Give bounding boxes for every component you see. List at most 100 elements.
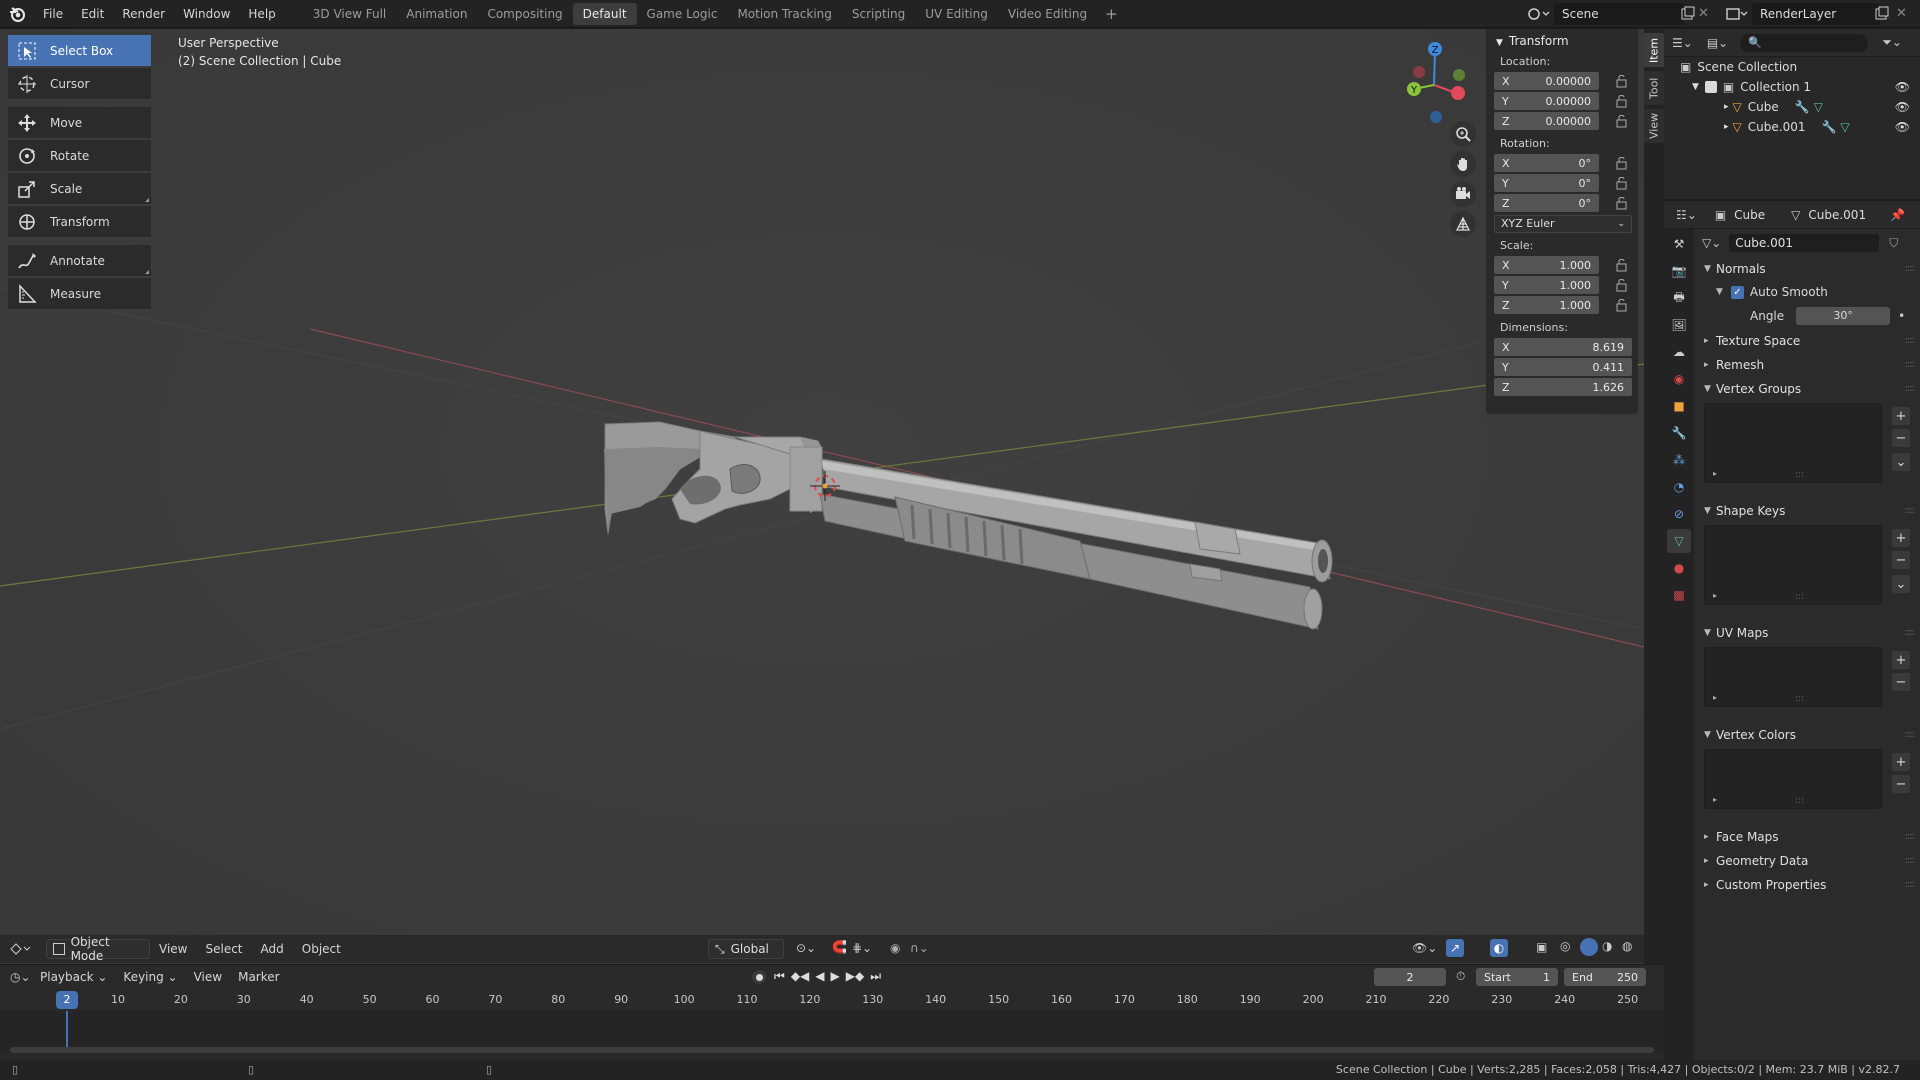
frame-ruler[interactable]: 10 20 30 40 50 60 70 80 90 100 110 120 130 140 150 160 1… bbox=[0, 990, 1664, 1010]
camera-view-icon[interactable] bbox=[1450, 181, 1476, 207]
gizmo-toggle-icon[interactable]: ↗ bbox=[1446, 939, 1464, 957]
lock-icon[interactable] bbox=[1615, 156, 1629, 170]
vertex-groups-list[interactable]: ▸::: bbox=[1704, 403, 1882, 483]
properties-editor-icon[interactable]: ☷⌄ bbox=[1676, 208, 1697, 222]
preview-range-icon[interactable]: ⏱ bbox=[1456, 969, 1465, 984]
dimension-y-field[interactable]: Y 0.411 bbox=[1494, 358, 1632, 376]
jump-start-icon[interactable]: ⏮ bbox=[774, 969, 785, 984]
tab-tool[interactable]: Tool bbox=[1644, 71, 1664, 105]
add-uv-map-button[interactable]: + bbox=[1892, 651, 1910, 669]
render-layer-icon[interactable] bbox=[1724, 5, 1750, 23]
delete-layer-icon[interactable]: ✕ bbox=[1896, 6, 1910, 22]
overlay-toggle-icon[interactable]: ◐ bbox=[1490, 939, 1508, 957]
uv-maps-list[interactable]: ▸::: bbox=[1704, 647, 1882, 707]
timeline-keyframe-area[interactable] bbox=[0, 1011, 1664, 1053]
dimension-z-field[interactable]: Z 1.626 bbox=[1494, 378, 1632, 396]
editor-type-icon[interactable] bbox=[8, 941, 38, 957]
mesh-data-icon[interactable]: ▽⌄ bbox=[1702, 236, 1721, 250]
tool-measure[interactable]: Measure bbox=[8, 278, 151, 311]
menu-render[interactable]: Render bbox=[113, 0, 174, 28]
pin-icon[interactable]: 📌 bbox=[1890, 208, 1905, 222]
tool-tab-icon[interactable]: ⚒ bbox=[1667, 232, 1691, 256]
tab-default[interactable]: Default bbox=[572, 2, 637, 25]
object-tab-icon[interactable]: ■ bbox=[1667, 394, 1691, 418]
remove-vertex-group-button[interactable]: − bbox=[1892, 429, 1910, 447]
viewport-menu-select[interactable]: Select bbox=[196, 939, 251, 959]
location-x-field[interactable]: X 0.00000 bbox=[1494, 72, 1599, 90]
filter-icon[interactable]: ⏷⌄ bbox=[1882, 35, 1902, 50]
tool-move[interactable]: Move bbox=[8, 107, 151, 140]
scene-tab-icon[interactable]: ☁ bbox=[1667, 340, 1691, 364]
menu-file[interactable]: File bbox=[34, 0, 72, 28]
record-button[interactable] bbox=[752, 970, 766, 984]
tab-compositing[interactable]: Compositing bbox=[477, 3, 572, 25]
dimension-x-field[interactable]: X 8.619 bbox=[1494, 338, 1632, 356]
orientation-dropdown[interactable]: ⤡ Global bbox=[708, 939, 784, 959]
tool-scale[interactable]: Scale bbox=[8, 173, 151, 206]
particles-tab-icon[interactable]: ⁂ bbox=[1667, 448, 1691, 472]
current-frame-field[interactable]: 2 bbox=[1374, 968, 1446, 986]
scale-x-field[interactable]: X 1.000 bbox=[1494, 256, 1599, 274]
shape-keys-list[interactable]: ▸::: bbox=[1704, 525, 1882, 605]
outliner-scene-collection[interactable]: ▣ Scene Collection bbox=[1664, 57, 1920, 77]
scene-field[interactable]: Scene bbox=[1554, 3, 1684, 25]
tab-scripting[interactable]: Scripting bbox=[842, 3, 915, 25]
panel-remesh[interactable]: ▸ Remesh:::: bbox=[1696, 353, 1920, 377]
viewport-menu-add[interactable]: Add bbox=[252, 939, 293, 959]
expand-arrow-icon[interactable]: ▸ bbox=[1713, 795, 1717, 804]
texture-tab-icon[interactable]: ▩ bbox=[1667, 583, 1691, 607]
pan-hand-icon[interactable] bbox=[1450, 151, 1476, 177]
mesh-name-field[interactable]: Cube.001 bbox=[1729, 234, 1880, 252]
proportional-edit-icon[interactable]: ◉ bbox=[890, 941, 900, 955]
constraints-tab-icon[interactable]: ⊘ bbox=[1667, 502, 1691, 526]
timeline-menu-marker[interactable]: Marker bbox=[230, 970, 287, 984]
shading-material-icon[interactable]: ◑ bbox=[1602, 939, 1612, 953]
pivot-point-icon[interactable]: ⊙⌄ bbox=[796, 941, 816, 955]
outliner-object-cube[interactable]: ▸ ▽ Cube 🔧 ▽ 👁 bbox=[1664, 97, 1920, 117]
panel-geometry-data[interactable]: ▸ Geometry Data:::: bbox=[1696, 849, 1920, 873]
playhead-marker[interactable]: 2 bbox=[56, 991, 78, 1009]
outliner-object-cube-001[interactable]: ▸ ▽ Cube.001 🔧 ▽ 👁 bbox=[1664, 117, 1920, 137]
viewport-menu-object[interactable]: Object bbox=[293, 939, 350, 959]
menu-edit[interactable]: Edit bbox=[72, 0, 113, 28]
expand-arrow-icon[interactable]: ▼ bbox=[1716, 287, 1723, 297]
timeline-menu-keying[interactable]: Keying ⌄ bbox=[115, 970, 185, 984]
lock-icon[interactable] bbox=[1615, 176, 1629, 190]
add-vertex-group-button[interactable]: + bbox=[1892, 407, 1910, 425]
keyframe-dot-icon[interactable]: • bbox=[1898, 309, 1905, 323]
blender-logo-icon[interactable] bbox=[0, 0, 34, 28]
outliner-editor-icon[interactable]: ☰⌄ bbox=[1672, 36, 1693, 50]
auto-smooth-checkbox[interactable]: ✓ bbox=[1730, 285, 1744, 299]
include-checkbox[interactable] bbox=[1704, 81, 1717, 93]
remove-uv-map-button[interactable]: − bbox=[1892, 673, 1910, 691]
expand-arrow-icon[interactable]: ▸ bbox=[1713, 469, 1717, 478]
3d-viewport[interactable]: Select Box Cursor Move Rotate Scale Tran… bbox=[0, 29, 1644, 964]
next-keyframe-icon[interactable]: ▶◆ bbox=[846, 969, 864, 984]
navigation-gizmo[interactable]: Z Y bbox=[1394, 37, 1474, 127]
falloff-icon[interactable]: ∩⌄ bbox=[910, 941, 929, 955]
ortho-grid-icon[interactable] bbox=[1450, 211, 1476, 237]
timeline-scrollbar[interactable] bbox=[10, 1047, 1654, 1053]
tab-view[interactable]: View bbox=[1644, 109, 1664, 143]
menu-window[interactable]: Window bbox=[174, 0, 239, 28]
delete-scene-icon[interactable]: ✕ bbox=[1698, 6, 1712, 22]
add-workspace-button[interactable]: + bbox=[1097, 5, 1126, 23]
viewport-menu-view[interactable]: View bbox=[150, 939, 196, 959]
add-shape-key-button[interactable]: + bbox=[1892, 529, 1910, 547]
end-frame-field[interactable]: End 250 bbox=[1564, 968, 1646, 986]
outliner-collection-1[interactable]: ▼ ▣ Collection 1 👁 bbox=[1664, 77, 1920, 97]
lock-icon[interactable] bbox=[1615, 196, 1629, 210]
jump-end-icon[interactable]: ⏭ bbox=[870, 969, 881, 984]
timeline-editor-icon[interactable]: ◷⌄ bbox=[0, 970, 32, 984]
panel-normals[interactable]: ▼ Normals:::: bbox=[1696, 257, 1920, 281]
add-vertex-color-button[interactable]: + bbox=[1892, 753, 1910, 771]
fake-user-shield-icon[interactable]: ⛉ bbox=[1889, 236, 1898, 251]
remove-shape-key-button[interactable]: − bbox=[1892, 551, 1910, 569]
zoom-icon[interactable] bbox=[1450, 121, 1476, 147]
expand-arrow-icon[interactable]: ▸ bbox=[1724, 122, 1729, 132]
tool-annotate[interactable]: Annotate bbox=[8, 245, 151, 278]
expand-arrow-icon[interactable]: ▸ bbox=[1713, 591, 1717, 600]
lock-icon[interactable] bbox=[1615, 74, 1629, 88]
new-scene-icon[interactable] bbox=[1680, 6, 1696, 22]
xray-icon[interactable]: ▣ bbox=[1536, 940, 1547, 954]
